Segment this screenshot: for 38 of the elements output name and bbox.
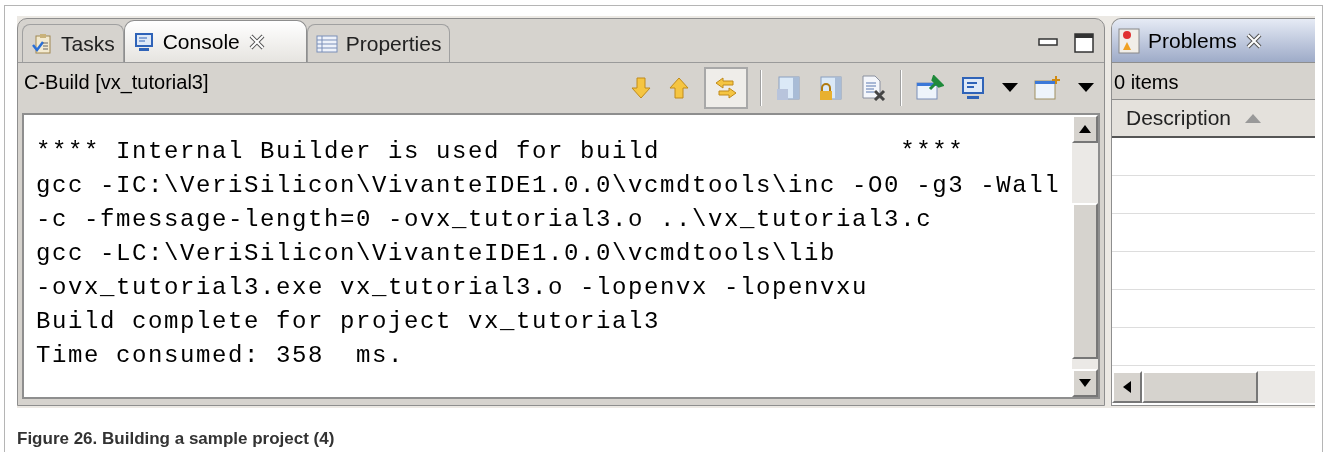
figure-caption: Figure 26. Building a sample project (4) xyxy=(17,428,335,450)
caret-icon xyxy=(1002,83,1018,93)
down-arrow-icon xyxy=(630,76,652,100)
console-line: **** Internal Builder is used for build **** xyxy=(36,137,965,167)
console-line: gcc -LC:\VeriSilicon\VivanteIDE1.0.0\vcmdtools\lib xyxy=(36,239,837,269)
scroll-up-icon[interactable] xyxy=(1079,125,1091,133)
minimize-icon[interactable] xyxy=(1038,38,1058,48)
console-line: -ovx_tutorial3.exe vx_tutorial3.o -lopenvx -lopenvxu xyxy=(36,273,869,303)
maximize-icon[interactable] xyxy=(1074,33,1094,53)
new-window-icon xyxy=(1034,75,1062,101)
table-icon xyxy=(315,33,338,54)
document-x-icon xyxy=(860,75,886,101)
up-arrow-icon xyxy=(668,76,690,100)
caret-icon xyxy=(1078,83,1094,93)
view-tab[interactable]: Tasks xyxy=(22,24,124,62)
scroll-down-icon[interactable] xyxy=(1079,379,1091,387)
console-line: -c -fmessage-length=0 -ovx_tutorial3.o ..\vx_tutorial3.c xyxy=(36,205,933,235)
monitor-icon xyxy=(960,75,986,101)
vertical-scrollbar[interactable] xyxy=(1072,115,1098,397)
horizontal-scrollbar[interactable] xyxy=(1112,371,1315,403)
column-header[interactable]: Description xyxy=(1112,100,1315,138)
console-line: Time consumed: 358 ms. xyxy=(36,341,405,371)
console-line: gcc -IC:\VeriSilicon\VivanteIDE1.0.0\vcmdtools\inc -O0 -g3 -Wall xyxy=(36,171,1061,201)
padlock-panel-icon xyxy=(818,75,844,101)
item-count: 0 items xyxy=(1113,70,1179,95)
problems-icon xyxy=(1118,28,1140,54)
console-line: Build complete for project vx_tutorial3 xyxy=(36,307,661,337)
view-tab[interactable]: Console xyxy=(123,20,307,62)
close-icon[interactable] xyxy=(247,32,266,51)
scroll-left-icon[interactable] xyxy=(1123,381,1131,393)
swap-arrows-icon xyxy=(714,76,738,100)
close-icon[interactable] xyxy=(1244,32,1263,50)
window-pin-icon xyxy=(916,75,944,101)
view-tab[interactable]: Properties xyxy=(306,24,451,62)
clipboard-check-icon xyxy=(31,32,53,55)
console-title: C-Build [vx_tutorial3] xyxy=(24,70,209,96)
disk-panel-icon xyxy=(776,75,802,101)
monitor-icon xyxy=(132,30,155,53)
